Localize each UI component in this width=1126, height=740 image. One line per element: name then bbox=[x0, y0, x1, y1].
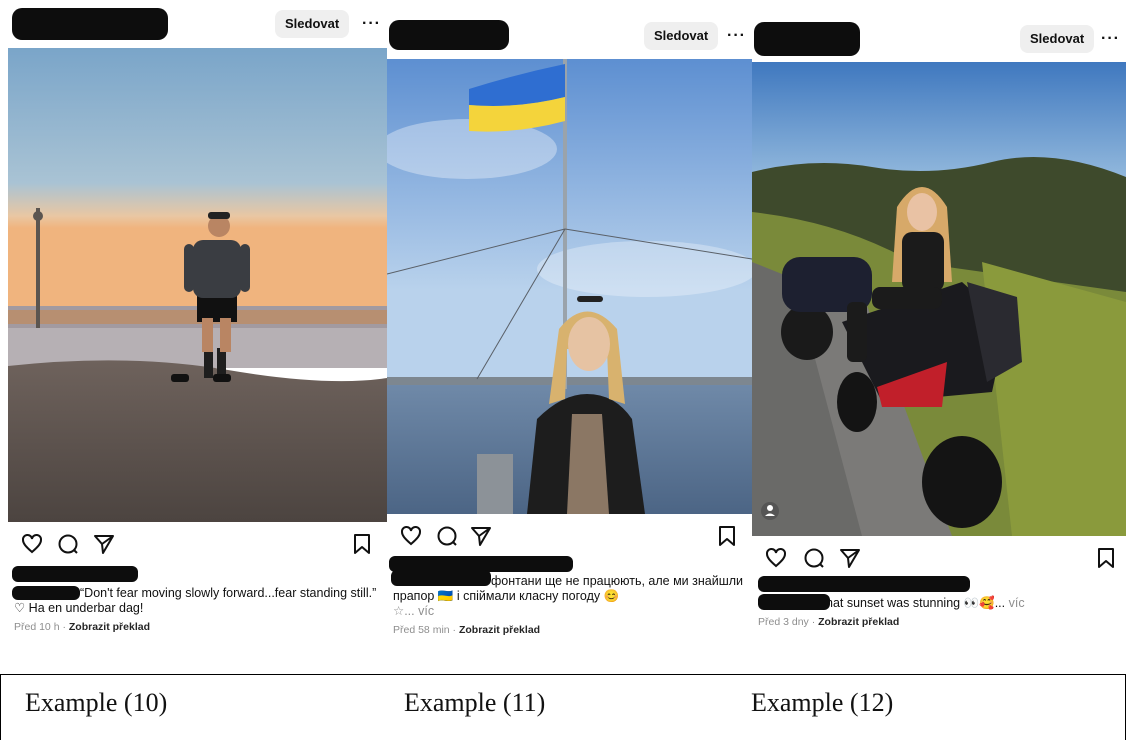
example-label: Example (10) bbox=[25, 688, 168, 717]
post-header: Sledovat ··· bbox=[8, 0, 387, 48]
post-caption: “Don't fear moving slowly forward...fear… bbox=[8, 566, 387, 635]
post-meta: Před 10 h · Zobrazit překlad bbox=[14, 620, 381, 635]
post-photo[interactable] bbox=[8, 48, 387, 522]
redacted-likes bbox=[12, 566, 138, 582]
post-3: Sledovat ··· hat sunset was stunning 👀🥰.… bbox=[752, 0, 1126, 630]
share-send-icon[interactable] bbox=[469, 524, 493, 548]
meta-separator: · bbox=[59, 621, 69, 633]
post-caption: фонтани ще не працюють, але ми знайшли п… bbox=[387, 556, 752, 638]
redacted-username bbox=[12, 8, 168, 40]
follow-button[interactable]: Sledovat bbox=[644, 22, 719, 50]
post-actions bbox=[752, 536, 1126, 580]
post-header: Sledovat ··· bbox=[387, 0, 752, 59]
more-options-icon[interactable]: ··· bbox=[1101, 25, 1120, 53]
post-photo[interactable] bbox=[752, 62, 1126, 536]
share-send-icon[interactable] bbox=[838, 546, 862, 570]
post-time: Před 3 dny bbox=[758, 616, 809, 628]
like-heart-icon[interactable] bbox=[399, 524, 423, 548]
meta-separator: · bbox=[808, 616, 819, 628]
meta-separator: · bbox=[449, 624, 459, 636]
translate-link[interactable]: Zobrazit překlad bbox=[69, 621, 150, 633]
post-meta: Před 58 min · Zobrazit překlad bbox=[393, 623, 746, 638]
more-options-icon[interactable]: ··· bbox=[362, 10, 381, 38]
post-time: Před 10 h bbox=[14, 621, 60, 633]
post-time: Před 58 min bbox=[393, 624, 450, 636]
follow-button[interactable]: Sledovat bbox=[1020, 25, 1095, 53]
caption-more[interactable]: ☆... víc bbox=[393, 604, 746, 619]
photo-woman-with-flag bbox=[387, 59, 752, 514]
post-header: Sledovat ··· bbox=[752, 0, 1126, 62]
post-caption: hat sunset was stunning 👀🥰... víc Před 3… bbox=[752, 576, 1126, 630]
more-link[interactable]: ☆... víc bbox=[393, 604, 434, 618]
translate-link[interactable]: Zobrazit překlad bbox=[459, 624, 540, 636]
redacted-likes bbox=[758, 576, 970, 592]
post-photo[interactable] bbox=[387, 59, 752, 514]
comment-icon[interactable] bbox=[435, 524, 459, 548]
bookmark-icon[interactable] bbox=[352, 532, 372, 556]
follow-button[interactable]: Sledovat bbox=[275, 10, 350, 38]
redacted-username bbox=[758, 594, 830, 610]
example-label: Example (12) bbox=[751, 688, 894, 717]
post-1: Sledovat ··· “Don't fear moving slowly f… bbox=[8, 0, 387, 635]
photo-man-at-sunset bbox=[8, 48, 387, 522]
example-label-row: Example (10) Example (11) Example (12) bbox=[0, 674, 1126, 740]
redacted-username bbox=[391, 570, 491, 586]
post-2: Sledovat ··· фонтани ще не працюють, але… bbox=[387, 0, 752, 638]
like-heart-icon[interactable] bbox=[764, 546, 788, 570]
comment-icon[interactable] bbox=[802, 546, 826, 570]
redacted-username bbox=[12, 586, 80, 600]
like-heart-icon[interactable] bbox=[20, 532, 44, 556]
comment-icon[interactable] bbox=[56, 532, 80, 556]
post-actions bbox=[387, 514, 752, 558]
more-link[interactable]: víc bbox=[1005, 596, 1025, 610]
translate-link[interactable]: Zobrazit překlad bbox=[818, 616, 899, 628]
post-meta: Před 3 dny · Zobrazit překlad bbox=[758, 615, 1120, 630]
more-options-icon[interactable]: ··· bbox=[727, 22, 746, 50]
photo-woman-with-motorcycles bbox=[752, 62, 1126, 536]
post-actions bbox=[8, 522, 387, 566]
redacted-username bbox=[389, 20, 509, 50]
bookmark-icon[interactable] bbox=[1096, 546, 1116, 570]
share-send-icon[interactable] bbox=[92, 532, 116, 556]
example-label: Example (11) bbox=[404, 688, 546, 717]
bookmark-icon[interactable] bbox=[717, 524, 737, 548]
redacted-username bbox=[754, 22, 860, 56]
